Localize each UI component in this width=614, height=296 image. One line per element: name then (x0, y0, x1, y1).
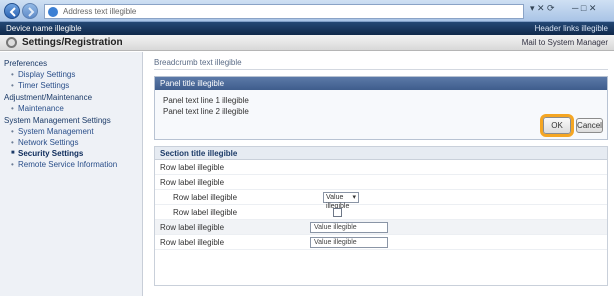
panel-line-2: Panel text line 2 illegible (163, 107, 249, 116)
settings-row: Row label illegible Value illegible (155, 190, 607, 210)
forward-button[interactable] (22, 3, 38, 19)
sidebar-item-network[interactable]: Network Settings (4, 138, 138, 147)
text-field[interactable]: Value illegible (310, 221, 388, 233)
row-label: Row label illegible (173, 192, 238, 202)
address-bar[interactable]: Address text illegible (44, 4, 524, 19)
browser-icon (48, 7, 58, 17)
address-text: Address text illegible (63, 7, 137, 16)
ok-button[interactable]: OK (543, 117, 571, 134)
settings-row: Row label illegible Value illegible (155, 220, 607, 235)
sidebar-item-security[interactable]: Security Settings (4, 149, 138, 158)
row-label: Row label illegible (160, 162, 225, 172)
checkbox[interactable] (333, 207, 342, 217)
row-label: Row label illegible (160, 222, 225, 232)
panel-line-1: Panel text line 1 illegible (163, 96, 249, 105)
forward-arrow-icon (28, 7, 35, 17)
panel-body: Panel text line 1 illegible Panel text l… (155, 90, 607, 122)
sidebar: Preferences Display Settings Timer Setti… (0, 52, 143, 296)
gear-icon (6, 37, 17, 48)
browser-titlebar: Address text illegible ▾ ✕ ⟳ ─ □ ✕ (0, 0, 614, 22)
window-controls[interactable]: ─ □ ✕ (572, 3, 596, 14)
settings-row: Row label illegible (155, 205, 607, 220)
network-settings-section: Section title illegible Row label illegi… (154, 146, 608, 286)
settings-row: Row label illegible (155, 160, 607, 175)
header-links[interactable]: Header links illegible (535, 24, 608, 33)
back-arrow-icon (9, 7, 16, 17)
device-name: Device name illegible (6, 24, 82, 33)
sidebar-item-system-management[interactable]: System Management (4, 127, 138, 136)
mail-to-manager-link[interactable]: Mail to System Manager (522, 38, 608, 47)
app-toolbar: Settings/Registration Mail to System Man… (0, 35, 614, 51)
text-field[interactable]: Value illegible (310, 236, 388, 248)
cancel-button[interactable]: Cancel (576, 118, 603, 133)
sidebar-group-preferences: Preferences (4, 59, 48, 68)
device-header: Device name illegible Header links illeg… (0, 22, 614, 35)
settings-panel: Panel title illegible Panel text line 1 … (154, 76, 608, 140)
sidebar-item-remote-service[interactable]: Remote Service Information (4, 160, 138, 169)
sidebar-item-display[interactable]: Display Settings (4, 70, 138, 79)
panel-title: Panel title illegible (155, 77, 607, 90)
select-field[interactable]: Value illegible (323, 191, 359, 210)
address-tools[interactable]: ▾ ✕ ⟳ (530, 3, 555, 14)
sidebar-item-timer[interactable]: Timer Settings (4, 81, 138, 90)
row-label: Row label illegible (173, 207, 238, 217)
section-title: Section title illegible (155, 147, 607, 160)
sidebar-group-system: System Management Settings (4, 116, 111, 125)
page-title: Settings/Registration (22, 37, 123, 48)
sidebar-item-maintenance[interactable]: Maintenance (4, 104, 138, 113)
settings-row: Row label illegible Value illegible (155, 235, 607, 250)
breadcrumb[interactable]: Breadcrumb text illegible (154, 56, 608, 70)
row-label: Row label illegible (160, 177, 225, 187)
back-button[interactable] (4, 3, 20, 19)
row-label: Row label illegible (160, 237, 225, 247)
sidebar-group-adjustment: Adjustment/Maintenance (4, 93, 93, 102)
main-content: Breadcrumb text illegible Panel title il… (148, 52, 614, 296)
settings-row: Row label illegible (155, 175, 607, 190)
